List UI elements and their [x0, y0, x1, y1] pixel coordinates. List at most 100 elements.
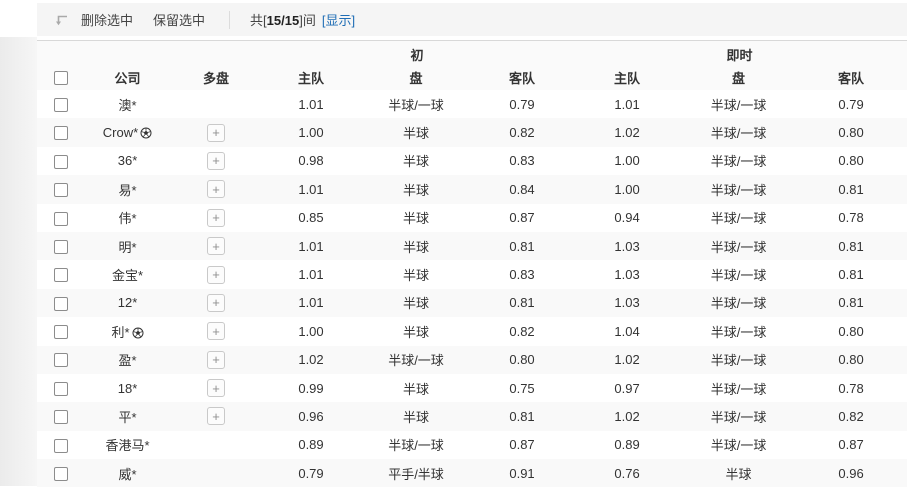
col-header-live-handicap: 盘	[682, 64, 795, 90]
table-body: 澳* 1.01 半球/一球 0.79 1.01 半球/一球 0.79 Crow*…	[37, 90, 907, 487]
live-home-odds: 0.89	[572, 431, 682, 459]
live-away-odds: 0.82	[795, 402, 907, 430]
row-checkbox[interactable]	[54, 325, 68, 339]
select-all-checkbox[interactable]	[54, 71, 68, 85]
live-handicap: 半球/一球	[682, 175, 795, 203]
multi-cell: +	[170, 317, 262, 345]
expand-multi-button[interactable]: +	[207, 124, 225, 142]
expand-multi-button[interactable]: +	[207, 294, 225, 312]
toolbar-divider	[229, 11, 230, 29]
init-handicap: 半球	[360, 374, 472, 402]
multi-cell: +	[170, 147, 262, 175]
row-checkbox[interactable]	[54, 268, 68, 282]
company-cell: 36*	[85, 147, 170, 175]
init-handicap: 半球	[360, 289, 472, 317]
live-handicap: 半球/一球	[682, 402, 795, 430]
live-away-odds: 0.80	[795, 118, 907, 146]
table-row: 易* + 1.01 半球 0.84 1.00 半球/一球 0.81	[37, 175, 907, 203]
company-label: 盈*	[118, 353, 136, 368]
live-home-odds: 1.03	[572, 289, 682, 317]
live-home-odds: 1.01	[572, 90, 682, 118]
init-home-odds: 0.85	[262, 204, 360, 232]
live-home-odds: 1.02	[572, 402, 682, 430]
init-handicap: 半球/一球	[360, 90, 472, 118]
company-cell: 18*	[85, 374, 170, 402]
live-home-odds: 1.03	[572, 260, 682, 288]
init-home-odds: 1.01	[262, 175, 360, 203]
expand-multi-button[interactable]: +	[207, 351, 225, 369]
init-handicap: 平手/半球	[360, 459, 472, 487]
live-away-odds: 0.78	[795, 374, 907, 402]
row-checkbox[interactable]	[54, 353, 68, 367]
keep-selected-button[interactable]: 保留选中	[153, 10, 205, 29]
init-home-odds: 1.00	[262, 317, 360, 345]
delete-selected-button[interactable]: 删除选中	[81, 10, 133, 29]
company-label: Crow*	[103, 125, 138, 140]
table-row: 伟* + 0.85 半球 0.87 0.94 半球/一球 0.78	[37, 204, 907, 232]
expand-multi-button[interactable]: +	[207, 322, 225, 340]
live-handicap: 半球/一球	[682, 317, 795, 345]
live-handicap: 半球/一球	[682, 260, 795, 288]
row-checkbox[interactable]	[54, 183, 68, 197]
multi-cell: +	[170, 175, 262, 203]
company-cell: 易*	[85, 175, 170, 203]
row-checkbox[interactable]	[54, 297, 68, 311]
expand-multi-button[interactable]: +	[207, 152, 225, 170]
row-checkbox[interactable]	[54, 155, 68, 169]
column-header-row: 公司 多盘 主队 盘 客队 主队 盘 客队	[37, 64, 907, 90]
live-home-odds: 1.02	[572, 118, 682, 146]
init-away-odds: 0.83	[472, 147, 572, 175]
multi-cell	[170, 431, 262, 459]
row-checkbox[interactable]	[54, 212, 68, 226]
row-checkbox[interactable]	[54, 410, 68, 424]
expand-multi-button[interactable]: +	[207, 379, 225, 397]
expand-multi-button[interactable]: +	[207, 237, 225, 255]
live-away-odds: 0.81	[795, 260, 907, 288]
init-handicap: 半球	[360, 175, 472, 203]
live-handicap: 半球/一球	[682, 90, 795, 118]
table-row: 香港马* 0.89 半球/一球 0.87 0.89 半球/一球 0.87	[37, 431, 907, 459]
expand-multi-button[interactable]: +	[207, 180, 225, 198]
multi-cell: +	[170, 204, 262, 232]
live-home-odds: 1.02	[572, 346, 682, 374]
row-checkbox[interactable]	[54, 240, 68, 254]
init-home-odds: 0.98	[262, 147, 360, 175]
row-checkbox[interactable]	[54, 382, 68, 396]
table-row: 利* + 1.00 半球 0.82 1.04 半球/一球 0.80	[37, 317, 907, 345]
company-cell: 平*	[85, 402, 170, 430]
row-checkbox[interactable]	[54, 439, 68, 453]
company-cell: 威*	[85, 459, 170, 487]
expand-multi-button[interactable]: +	[207, 266, 225, 284]
live-handicap: 半球/一球	[682, 346, 795, 374]
live-away-odds: 0.96	[795, 459, 907, 487]
row-checkbox[interactable]	[54, 126, 68, 140]
table-row: 澳* 1.01 半球/一球 0.79 1.01 半球/一球 0.79	[37, 90, 907, 118]
live-away-odds: 0.80	[795, 317, 907, 345]
expand-multi-button[interactable]: +	[207, 209, 225, 227]
init-handicap: 半球	[360, 402, 472, 430]
multi-cell: +	[170, 374, 262, 402]
company-cell: 金宝*	[85, 260, 170, 288]
init-home-odds: 1.01	[262, 90, 360, 118]
live-home-odds: 0.76	[572, 459, 682, 487]
company-label: 香港马*	[105, 438, 149, 453]
init-home-odds: 0.89	[262, 431, 360, 459]
company-cell: Crow*	[85, 118, 170, 146]
live-away-odds: 0.80	[795, 147, 907, 175]
show-link[interactable]: [显示]	[322, 10, 355, 29]
company-label: 平*	[118, 410, 136, 425]
expand-multi-button[interactable]: +	[207, 407, 225, 425]
row-checkbox[interactable]	[54, 467, 68, 481]
live-handicap: 半球/一球	[682, 147, 795, 175]
col-header-init-handicap: 盘	[360, 64, 472, 90]
init-home-odds: 1.01	[262, 232, 360, 260]
multi-cell	[170, 90, 262, 118]
init-home-odds: 0.79	[262, 459, 360, 487]
row-checkbox[interactable]	[54, 98, 68, 112]
company-label: 利*	[111, 325, 129, 340]
col-header-init-away: 客队	[472, 64, 572, 90]
company-label: 易*	[118, 183, 136, 198]
init-away-odds: 0.81	[472, 232, 572, 260]
soccer-ball-icon	[140, 127, 152, 139]
init-handicap: 半球	[360, 118, 472, 146]
